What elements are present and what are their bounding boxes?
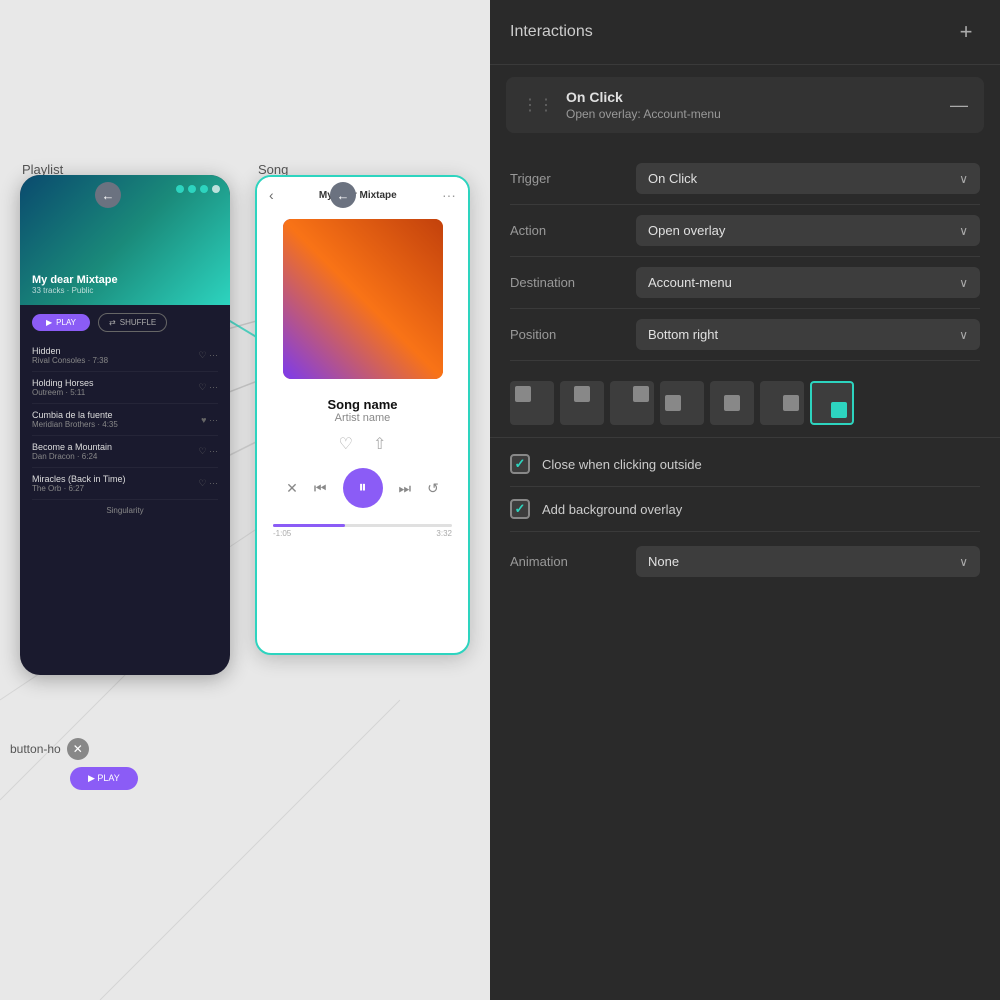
shuffle-ctrl-btn[interactable]: ✕ [286,480,298,497]
trigger-dropdown[interactable]: On Click ∨ [636,163,980,194]
song-name: Song name [257,397,468,412]
time-total: 3:32 [436,529,452,538]
add-interaction-btn[interactable]: + [952,18,980,46]
trigger-value: On Click [648,171,697,186]
progress-bar[interactable]: -1:05 3:32 [257,516,468,546]
close-outside-checkbox[interactable] [510,454,530,474]
action-label: Action [510,223,620,238]
minimize-card-btn[interactable]: — [950,96,968,114]
song-player-mockup: ‹ My dear Mixtape ··· Song name Artist n… [255,175,470,655]
panel-header: Interactions + [490,0,1000,65]
pos-btn-center-right[interactable] [760,381,804,425]
playlist-play-btn[interactable]: ▶ PLAY [32,314,90,331]
album-art [283,219,443,379]
position-value: Bottom right [648,327,718,342]
artist-name: Artist name [257,412,468,424]
track-item[interactable]: Hidden Rival Consoles · 7:38 ♡ ··· [32,340,218,372]
time-current: -1:05 [273,529,291,538]
next-btn[interactable]: ⏭ [399,480,412,497]
add-bg-overlay-checkbox[interactable] [510,499,530,519]
properties-section: Trigger On Click ∨ Action Open overlay ∨… [490,145,1000,369]
pos-btn-top-right[interactable] [610,381,654,425]
add-bg-overlay-label: Add background overlay [542,502,682,517]
close-outside-label: Close when clicking outside [542,457,702,472]
play-pause-btn[interactable]: ⏸ [343,468,383,508]
close-outside-row: Close when clicking outside [510,442,980,487]
animation-chevron-icon: ∨ [959,555,968,569]
trigger-chevron-icon: ∨ [959,172,968,186]
pos-btn-top-center[interactable] [560,381,604,425]
action-row: Action Open overlay ∨ [510,205,980,257]
heart-icon[interactable]: ♡ [339,434,353,454]
destination-value: Account-menu [648,275,732,290]
action-dropdown[interactable]: Open overlay ∨ [636,215,980,246]
track-item[interactable]: Cumbia de la fuente Meridian Brothers · … [32,404,218,436]
song-back-arrow[interactable]: ← [330,182,356,208]
track-item[interactable]: Become a Mountain Dan Dracon · 6:24 ♡ ··… [32,436,218,468]
playlist-shuffle-btn[interactable]: ⇄ SHUFFLE [98,313,167,332]
prev-btn[interactable]: ⏮ [314,480,327,497]
position-chevron-icon: ∨ [959,328,968,342]
checkbox-section: Close when clicking outside Add backgrou… [490,438,1000,536]
trigger-label: Trigger [510,171,620,186]
animation-label: Animation [510,554,620,569]
destination-row: Destination Account-menu ∨ [510,257,980,309]
interaction-desc: Open overlay: Account-menu [566,107,938,121]
panel-title: Interactions [510,23,593,41]
position-row: Position Bottom right ∨ [510,309,980,361]
pos-btn-center-left[interactable] [660,381,704,425]
song-action-icons: ♡ ⇧ [257,428,468,460]
button-home-label: button-ho [10,742,61,756]
drag-handle-icon: ⋮⋮ [522,95,554,115]
canvas-area: Playlist Song ← ← My dear Mixtape 33 tra… [0,0,490,1000]
position-label: Position [510,327,620,342]
track-list: Hidden Rival Consoles · 7:38 ♡ ··· Holdi… [20,340,230,500]
pos-btn-bottom-right[interactable] [810,381,854,425]
track-item[interactable]: Holding Horses Outreem · 5:11 ♡ ··· [32,372,218,404]
song-back-arrow-inner[interactable]: ‹ [269,187,274,203]
animation-row: Animation None ∨ [490,536,1000,587]
destination-dropdown[interactable]: Account-menu ∨ [636,267,980,298]
playlist-title: My dear Mixtape [32,274,118,286]
animation-value: None [648,554,679,569]
repeat-btn[interactable]: ↺ [427,480,439,497]
action-chevron-icon: ∨ [959,224,968,238]
button-home-badge: button-ho ✕ [10,738,89,760]
interaction-card: ⋮⋮ On Click Open overlay: Account-menu — [506,77,984,133]
pos-btn-top-left[interactable] [510,381,554,425]
interaction-info: On Click Open overlay: Account-menu [566,89,938,121]
song-menu-icon[interactable]: ··· [442,187,456,203]
destination-label: Destination [510,275,620,290]
share-icon[interactable]: ⇧ [373,434,386,454]
track-item[interactable]: Miracles (Back in Time) The Orb · 6:27 ♡… [32,468,218,500]
position-grid-section [490,369,1000,438]
position-grid [510,381,980,425]
interaction-trigger: On Click [566,89,938,105]
button-home-close[interactable]: ✕ [67,738,89,760]
trigger-row: Trigger On Click ∨ [510,153,980,205]
position-dropdown[interactable]: Bottom right ∨ [636,319,980,350]
interactions-panel: Interactions + ⋮⋮ On Click Open overlay:… [490,0,1000,1000]
playlist-subtitle: 33 tracks · Public [32,286,118,295]
playlist-footer: Singularity [20,500,230,521]
destination-chevron-icon: ∨ [959,276,968,290]
player-controls: ✕ ⏮ ⏸ ⏭ ↺ [257,460,468,516]
pos-btn-center[interactable] [710,381,754,425]
playlist-mockup: My dear Mixtape 33 tracks · Public ▶ PLA… [20,175,230,675]
animation-dropdown[interactable]: None ∨ [636,546,980,577]
action-value: Open overlay [648,223,725,238]
play-bottom-btn[interactable]: ▶ PLAY [70,767,138,790]
add-bg-overlay-row: Add background overlay [510,487,980,532]
playlist-back-arrow[interactable]: ← [95,182,121,208]
